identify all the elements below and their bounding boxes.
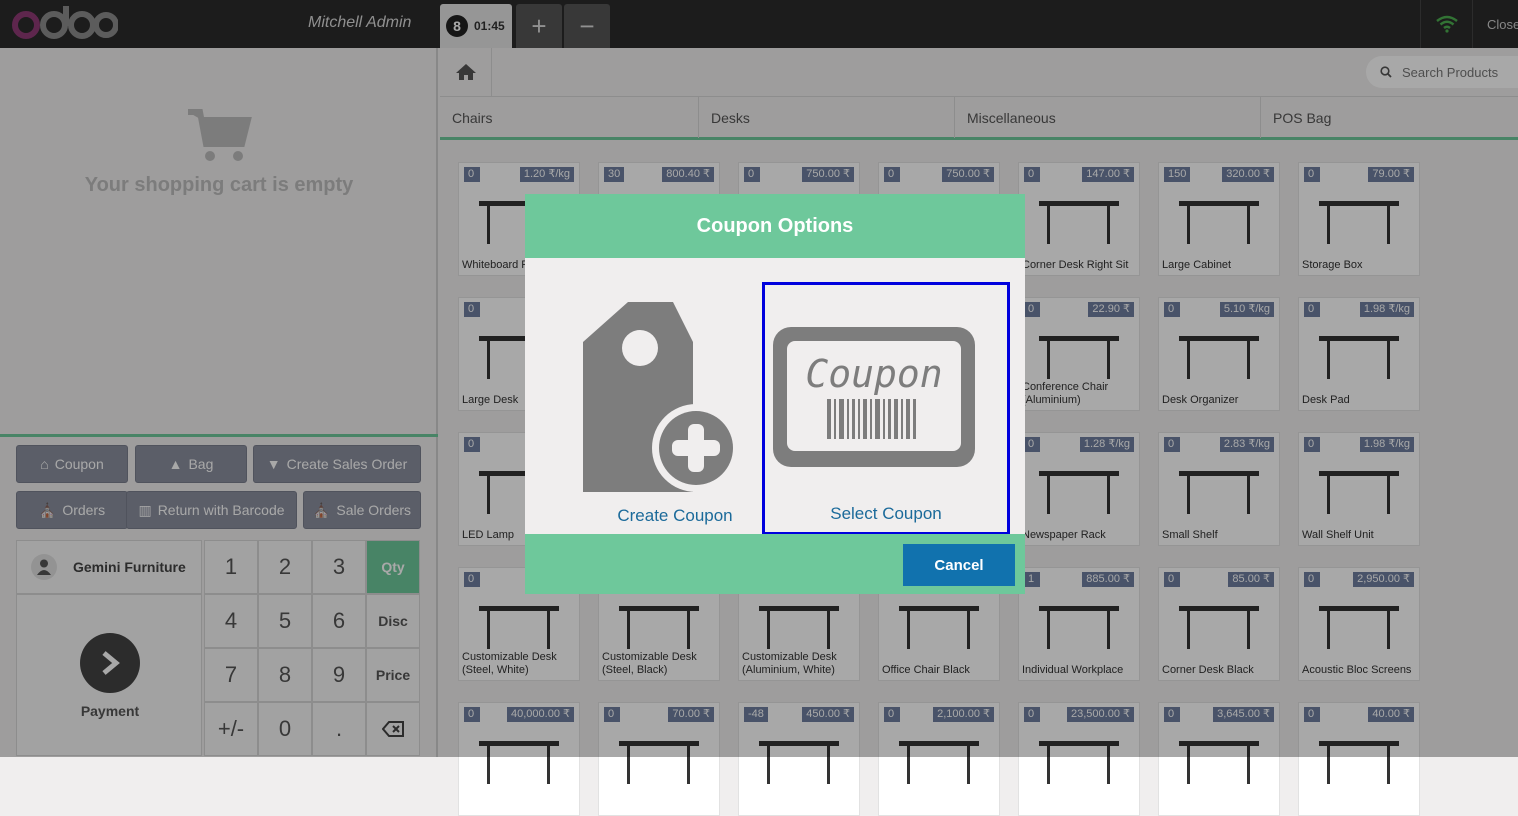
coupon-options-dialog: Coupon Options Create Coupon Coupon Sele	[525, 194, 1025, 594]
create-coupon-label: Create Coupon	[617, 506, 733, 525]
coupon-barcode-icon: Coupon	[773, 327, 975, 467]
dialog-title: Coupon Options	[525, 194, 1025, 258]
dialog-footer: Cancel	[525, 534, 1025, 594]
create-coupon-option[interactable]: Create Coupon	[565, 282, 785, 534]
select-coupon-option[interactable]: Coupon Select Coupon	[762, 282, 1010, 535]
coupon-graphic-text: Coupon	[805, 352, 942, 396]
tag-plus-icon	[583, 302, 740, 492]
cancel-button[interactable]: Cancel	[903, 544, 1015, 586]
select-coupon-label: Select Coupon	[830, 504, 942, 523]
